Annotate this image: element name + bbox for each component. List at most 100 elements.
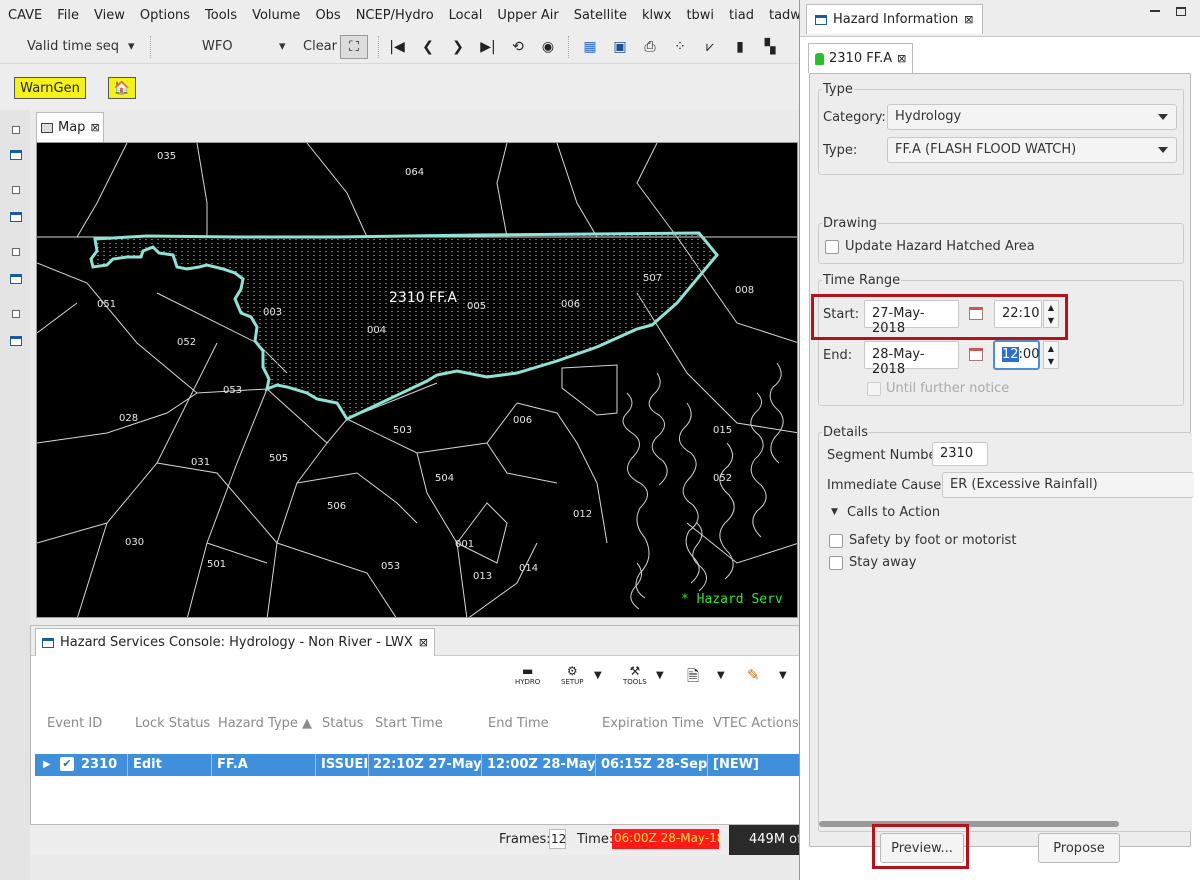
zone-label: 006: [513, 415, 533, 426]
menu-item-options[interactable]: Options: [140, 8, 190, 23]
pencil-caret-icon[interactable]: ▼: [779, 670, 787, 681]
cell-separator: [368, 754, 369, 776]
map-icon: [41, 122, 53, 133]
minimize-icon[interactable]: [1150, 10, 1160, 12]
menu-item-satellite[interactable]: Satellite: [574, 8, 627, 23]
calls-to-action-label[interactable]: Calls to Action: [847, 505, 940, 520]
horizontal-scrollbar[interactable]: [819, 821, 1119, 827]
hydro-tool-button[interactable]: ▬ HYDRO: [515, 664, 540, 690]
expand-triangle-icon[interactable]: ▼: [831, 507, 838, 517]
immediate-cause-dropdown[interactable]: ER (Excessive Rainfall): [942, 472, 1194, 498]
table-row[interactable]: ▶ ✔ 2310 Edit FF.A ISSUED 22:10Z 27-May-…: [35, 754, 801, 776]
menu-item-tiad[interactable]: tiad: [729, 8, 754, 23]
image-icon[interactable]: ▣: [610, 37, 630, 57]
menu-item-ncep-hydro[interactable]: NCEP/Hydro: [356, 8, 434, 23]
zone-label: 006: [561, 299, 581, 310]
close-icon[interactable]: ⊠: [419, 636, 428, 649]
warngen-button[interactable]: WarnGen: [14, 77, 86, 99]
pencil-icon[interactable]: ✎: [747, 666, 760, 684]
menu-item-volume[interactable]: Volume: [252, 8, 300, 23]
setup-caret-icon[interactable]: ▼: [594, 670, 602, 681]
column-lock-status[interactable]: Lock Status: [135, 716, 210, 731]
column-status[interactable]: Status: [322, 716, 363, 731]
scale-caret-icon[interactable]: ▾: [279, 39, 286, 54]
maximize-icon[interactable]: [1176, 7, 1186, 16]
propose-button[interactable]: Propose: [1038, 833, 1120, 863]
document-icon[interactable]: 🗎: [687, 666, 699, 691]
column-end-time[interactable]: End Time: [488, 716, 549, 731]
menu-item-tadw[interactable]: tadw: [769, 8, 800, 23]
menu-item-view[interactable]: View: [94, 8, 125, 23]
type-dropdown[interactable]: FF.A (FLASH FLOOD WATCH): [887, 137, 1177, 163]
event-tab[interactable]: 2310 FF.A ⊠: [808, 43, 914, 73]
end-time-spinner[interactable]: ▲ ▼: [1043, 341, 1059, 369]
menu-item-local[interactable]: Local: [449, 8, 483, 23]
close-icon[interactable]: ⊠: [964, 13, 973, 26]
print-icon[interactable]: ⎙: [640, 37, 660, 57]
menu-item-tools[interactable]: Tools: [205, 8, 237, 23]
time-mode-dropdown[interactable]: Valid time seq: [27, 39, 119, 54]
calendar-icon[interactable]: [969, 348, 983, 361]
layers-icon[interactable]: ▦: [580, 37, 600, 57]
column-vtec-actions[interactable]: VTEC Actions: [713, 716, 799, 731]
points-icon[interactable]: ⁘: [670, 37, 690, 57]
clear-button[interactable]: Clear: [303, 39, 337, 54]
menu-item-cave[interactable]: CAVE: [8, 8, 42, 23]
menu-item-upper-air[interactable]: Upper Air: [497, 8, 558, 23]
column-event-id[interactable]: Event ID: [47, 716, 102, 731]
cta-safety-checkbox[interactable]: [829, 534, 843, 548]
segment-number-field[interactable]: 2310: [932, 442, 988, 466]
expand-arrow-icon[interactable]: ▶: [43, 759, 51, 770]
hazard-information-tab[interactable]: Hazard Information ⊠: [806, 4, 983, 34]
menu-item-tbwi[interactable]: tbwi: [686, 8, 714, 23]
tools-tool-button[interactable]: ⚒ TOOLS: [623, 664, 647, 690]
zone-label: 051: [97, 299, 117, 310]
restore-icon[interactable]: [12, 248, 20, 256]
cta-stay-away-checkbox[interactable]: [829, 556, 843, 570]
document-caret-icon[interactable]: ▼: [717, 670, 725, 681]
setup-tool-button[interactable]: ⚙ SETUP: [561, 664, 584, 690]
hazard-services-icon[interactable]: 🏠: [108, 77, 136, 99]
memory-indicator[interactable]: 449M of: [729, 825, 800, 855]
first-frame-icon[interactable]: |◀: [387, 37, 407, 57]
view-icon[interactable]: [10, 212, 22, 222]
menu-item-klwx[interactable]: klwx: [642, 8, 671, 23]
hazard-polygon[interactable]: [89, 231, 719, 421]
scale-dropdown[interactable]: WFO: [202, 39, 233, 54]
time-mode-caret-icon[interactable]: ▾: [128, 39, 135, 54]
column-start-time[interactable]: Start Time: [375, 716, 443, 731]
console-tab[interactable]: Hazard Services Console: Hydrology - Non…: [35, 628, 436, 656]
end-time-field[interactable]: 12:00: [994, 341, 1039, 369]
view-icon[interactable]: [10, 336, 22, 346]
previous-frame-icon[interactable]: ❮: [418, 37, 438, 57]
map-tab[interactable]: Map ⊠: [36, 112, 104, 142]
restore-icon[interactable]: [12, 186, 20, 194]
category-dropdown[interactable]: Hydrology: [887, 104, 1177, 130]
sample-icon[interactable]: ⩗: [700, 37, 720, 57]
close-icon[interactable]: ⊠: [897, 52, 906, 65]
column-hazard-type[interactable]: Hazard Type ▲: [218, 716, 312, 731]
zoom-extent-icon[interactable]: ⛶: [340, 35, 368, 59]
next-frame-icon[interactable]: ❯: [448, 37, 468, 57]
column-expiration-time[interactable]: Expiration Time: [602, 716, 704, 731]
details-group: Details Segment Number: 2310 Immediate C…: [818, 425, 1194, 832]
close-icon[interactable]: ⊠: [90, 121, 99, 134]
restore-icon[interactable]: [12, 126, 20, 134]
map-display[interactable]: 2310 FF.A * Hazard Serv 035 064 051 052 053 0…: [36, 142, 798, 618]
until-further-notice-checkbox[interactable]: [867, 382, 881, 396]
row-checkbox[interactable]: ✔: [60, 757, 74, 771]
restore-icon[interactable]: [12, 310, 20, 318]
end-date-field[interactable]: 28-May-2018: [864, 341, 959, 377]
menu-item-file[interactable]: File: [57, 8, 79, 23]
four-panel-icon[interactable]: ▚: [760, 37, 780, 57]
image-properties-icon[interactable]: ◉: [538, 37, 558, 57]
last-frame-icon[interactable]: ▶|: [478, 37, 498, 57]
update-hatched-checkbox[interactable]: [825, 240, 839, 254]
loop-icon[interactable]: ⟲: [508, 37, 528, 57]
tools-caret-icon[interactable]: ▼: [656, 670, 664, 681]
single-panel-icon[interactable]: ▮: [730, 37, 750, 57]
menu-item-obs[interactable]: Obs: [315, 8, 340, 23]
view-icon[interactable]: [10, 274, 22, 284]
view-icon[interactable]: [10, 150, 22, 160]
zone-label: 503: [393, 425, 413, 436]
